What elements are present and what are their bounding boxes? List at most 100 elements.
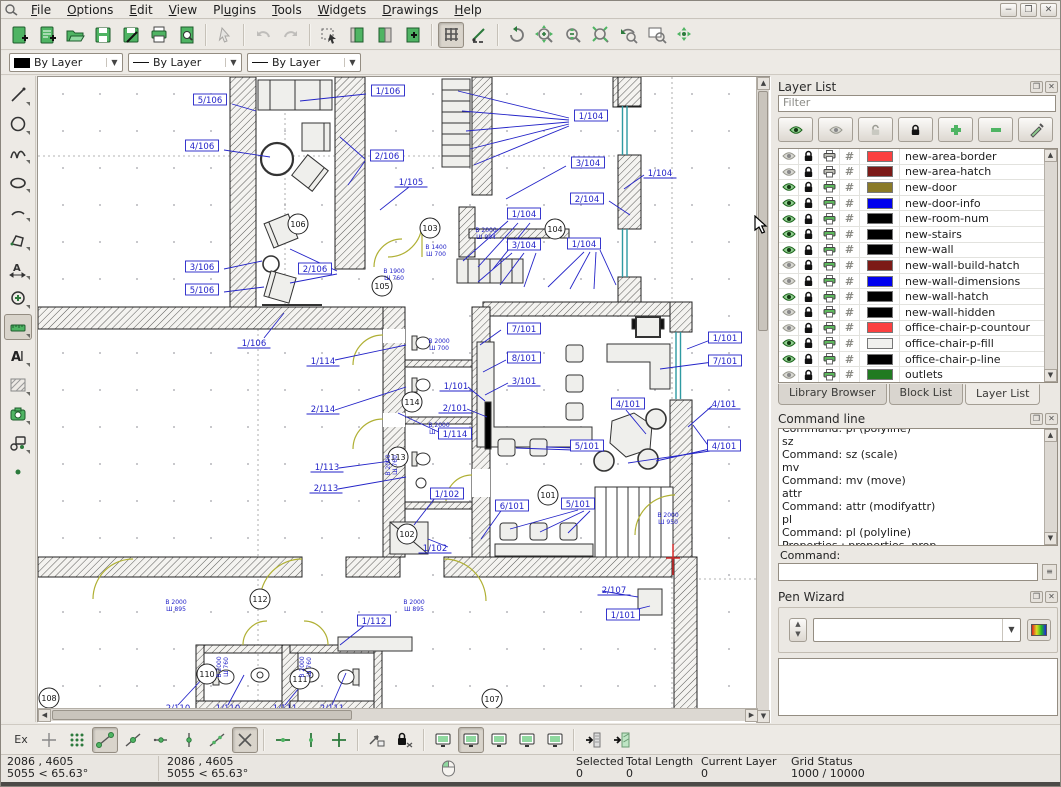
block-tool-icon[interactable] bbox=[4, 430, 32, 456]
layer-row[interactable]: #new-wall-build-hatch bbox=[779, 258, 1057, 274]
layer-lock-icon[interactable] bbox=[799, 352, 819, 367]
layer-construction-icon[interactable]: # bbox=[840, 227, 860, 242]
layer-lock-icon[interactable] bbox=[799, 289, 819, 304]
layer-row[interactable]: #new-stairs bbox=[779, 227, 1057, 243]
close-panel-icon[interactable]: ✕ bbox=[1045, 413, 1058, 425]
layer-row[interactable]: #office-chair-p-fill bbox=[779, 336, 1057, 352]
layer-row[interactable]: #new-wall-dimensions bbox=[779, 274, 1057, 290]
snap-grid-icon[interactable] bbox=[64, 727, 90, 753]
menu-tools[interactable]: Tools bbox=[264, 2, 310, 18]
dock-options-widget-icon[interactable] bbox=[608, 727, 634, 753]
layer-lock-icon[interactable] bbox=[799, 149, 819, 164]
snap-endpoint-icon[interactable] bbox=[92, 727, 118, 753]
block-panel-right-icon[interactable] bbox=[372, 22, 398, 48]
pen-width-combo[interactable]: By Layer ▼ bbox=[128, 53, 242, 72]
command-history[interactable]: Command: pl (polyline)szCommand: sz (sca… bbox=[778, 428, 1058, 546]
modify-layer-button[interactable] bbox=[1018, 117, 1053, 142]
select-window-icon[interactable] bbox=[316, 22, 342, 48]
menu-help[interactable]: Help bbox=[446, 2, 489, 18]
hatch-tool-icon[interactable] bbox=[4, 372, 32, 398]
zoom-window-icon[interactable] bbox=[644, 22, 670, 48]
new-from-template-icon[interactable] bbox=[34, 22, 60, 48]
pen-wizard-list[interactable] bbox=[778, 658, 1058, 716]
maximize-window-icon[interactable]: ❐ bbox=[1020, 3, 1037, 17]
layer-lock-icon[interactable] bbox=[799, 258, 819, 273]
restrict-horizontal-icon[interactable] bbox=[270, 727, 296, 753]
zoom-pan-icon[interactable] bbox=[672, 22, 698, 48]
menu-file[interactable]: File bbox=[23, 2, 59, 18]
layer-visible-icon[interactable] bbox=[779, 258, 799, 273]
layer-lock-icon[interactable] bbox=[799, 243, 819, 258]
arc-tool-icon[interactable] bbox=[4, 198, 32, 224]
select-pointer-icon[interactable] bbox=[212, 22, 238, 48]
remove-layer-button[interactable] bbox=[978, 117, 1013, 142]
menu-widgets[interactable]: Widgets bbox=[310, 2, 375, 18]
layer-print-icon[interactable] bbox=[819, 352, 840, 367]
layer-construction-icon[interactable]: # bbox=[840, 180, 860, 195]
canvas-hscrollbar[interactable]: ◀ ▶ bbox=[38, 708, 758, 721]
layer-construction-icon[interactable]: # bbox=[840, 211, 860, 226]
layer-visible-icon[interactable] bbox=[779, 289, 799, 304]
new-drawing-icon[interactable] bbox=[6, 22, 32, 48]
ellipse-tool-icon[interactable] bbox=[4, 169, 32, 195]
layer-lock-icon[interactable] bbox=[799, 321, 819, 336]
pen-linetype-combo[interactable]: By Layer ▼ bbox=[247, 53, 361, 72]
show-all-layers-button[interactable] bbox=[778, 117, 813, 142]
snap-free-icon[interactable] bbox=[36, 727, 62, 753]
layer-construction-icon[interactable]: # bbox=[840, 165, 860, 180]
layer-construction-icon[interactable]: # bbox=[840, 149, 860, 164]
layer-construction-icon[interactable]: # bbox=[840, 321, 860, 336]
pen-wizard-palette-button[interactable] bbox=[1027, 619, 1051, 641]
modify-tool-icon[interactable] bbox=[4, 285, 32, 311]
restrict-nothing-icon[interactable] bbox=[326, 727, 352, 753]
layer-visible-icon[interactable] bbox=[779, 211, 799, 226]
scroll-up-icon[interactable]: ▲ bbox=[1044, 429, 1057, 442]
layer-print-icon[interactable] bbox=[819, 196, 840, 211]
scroll-down-icon[interactable]: ▼ bbox=[1044, 532, 1057, 545]
snap-distance-icon[interactable] bbox=[204, 727, 230, 753]
float-panel-icon[interactable]: ❐ bbox=[1030, 591, 1043, 603]
layer-print-icon[interactable] bbox=[819, 305, 840, 320]
layer-construction-icon[interactable]: # bbox=[840, 258, 860, 273]
scroll-left-icon[interactable]: ◀ bbox=[38, 709, 51, 722]
layer-visible-icon[interactable] bbox=[779, 321, 799, 336]
layer-lock-icon[interactable] bbox=[799, 196, 819, 211]
layer-construction-icon[interactable]: # bbox=[840, 289, 860, 304]
layer-visible-icon[interactable] bbox=[779, 165, 799, 180]
layer-filter-input[interactable]: Filter bbox=[778, 95, 1056, 112]
spline-tool-icon[interactable] bbox=[4, 140, 32, 166]
layer-row[interactable]: #new-area-border bbox=[779, 149, 1057, 165]
zoom-in-icon[interactable] bbox=[532, 22, 558, 48]
print-preview-icon[interactable] bbox=[174, 22, 200, 48]
layer-print-icon[interactable] bbox=[819, 211, 840, 226]
layer-visible-icon[interactable] bbox=[779, 243, 799, 258]
pen-color-combo[interactable]: By Layer ▼ bbox=[9, 53, 123, 72]
layer-print-icon[interactable] bbox=[819, 336, 840, 351]
menu-plugins[interactable]: Plugins bbox=[205, 2, 264, 18]
menu-options[interactable]: Options bbox=[59, 2, 121, 18]
layer-lock-icon[interactable] bbox=[799, 165, 819, 180]
exclusive-snap-icon[interactable]: Ex bbox=[8, 727, 34, 753]
polyline-tool-icon[interactable] bbox=[4, 227, 32, 253]
menu-view[interactable]: View bbox=[161, 2, 205, 18]
layer-visible-icon[interactable] bbox=[779, 196, 799, 211]
layer-lock-icon[interactable] bbox=[799, 367, 819, 382]
snap-dot-icon[interactable] bbox=[4, 459, 32, 485]
layer-construction-icon[interactable]: # bbox=[840, 305, 860, 320]
canvas-vscrollbar[interactable]: ▲ ▼ bbox=[756, 77, 769, 723]
layer-table-scrollbar[interactable]: ▲ ▼ bbox=[1044, 149, 1057, 382]
layer-print-icon[interactable] bbox=[819, 149, 840, 164]
measure-tool-icon[interactable] bbox=[4, 314, 32, 340]
layer-row[interactable]: #new-wall-hatch bbox=[779, 289, 1057, 305]
close-panel-icon[interactable]: ✕ bbox=[1045, 81, 1058, 93]
scroll-right-icon[interactable]: ▶ bbox=[745, 709, 758, 722]
add-layer-button[interactable] bbox=[938, 117, 973, 142]
layer-lock-icon[interactable] bbox=[799, 180, 819, 195]
text-tool-icon[interactable]: AI bbox=[4, 343, 32, 369]
close-panel-icon[interactable]: ✕ bbox=[1045, 591, 1058, 603]
layer-row[interactable]: #new-wall bbox=[779, 243, 1057, 259]
layer-visible-icon[interactable] bbox=[779, 352, 799, 367]
view-preview-icon[interactable] bbox=[542, 727, 568, 753]
zoom-auto-icon[interactable] bbox=[588, 22, 614, 48]
snap-center-icon[interactable] bbox=[148, 727, 174, 753]
